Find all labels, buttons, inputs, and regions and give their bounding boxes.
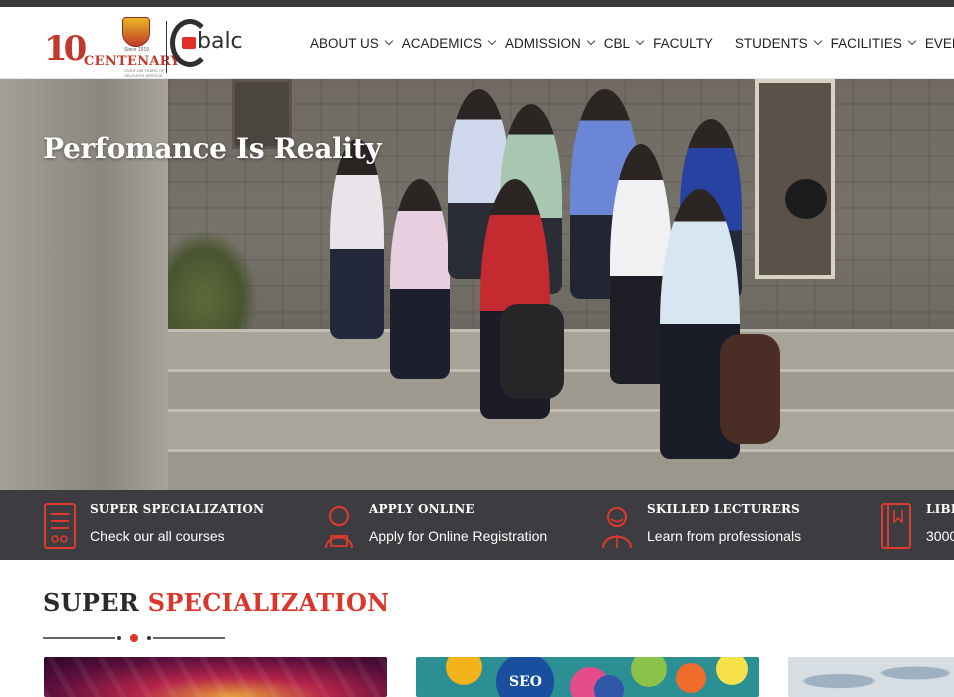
- feature-title: LIBR: [926, 502, 954, 516]
- hero-title: Perfomance Is Reality: [43, 132, 382, 165]
- nav-facilities[interactable]: FACILITIES: [830, 35, 917, 51]
- section-title-part2: SPECIALIZATION: [147, 588, 390, 617]
- chevron-down-icon: [487, 36, 497, 46]
- nav-about-us[interactable]: ABOUT US: [310, 35, 394, 51]
- nav-academics[interactable]: ACADEMICS: [401, 35, 497, 51]
- nav-label: EVENTS: [924, 35, 954, 51]
- section-title-part1: SUPER: [43, 588, 140, 617]
- bubble: [716, 657, 748, 685]
- nav-label: STUDENTS: [734, 35, 808, 51]
- hero-banner: Perfomance Is Reality: [0, 79, 954, 490]
- feature-apply-online[interactable]: APPLY ONLINE Apply for Online Registrati…: [322, 490, 582, 560]
- feature-title: SKILLED LECTURERS: [647, 502, 801, 516]
- logo-hundred: 10: [44, 29, 87, 69]
- brand-text: balc: [197, 29, 243, 54]
- nav-label: ACADEMICS: [401, 35, 483, 51]
- feature-subtitle: Check our all courses: [90, 528, 225, 544]
- helmet: [785, 179, 827, 219]
- features-bar: SUPER SPECIALIZATION Check our all cours…: [0, 490, 954, 560]
- feature-title: SUPER SPECIALIZATION: [90, 502, 265, 516]
- nav-students[interactable]: STUDENTS: [734, 35, 822, 51]
- nav-label: ADMISSION: [505, 35, 581, 51]
- chevron-down-icon: [813, 36, 822, 46]
- section-title: SUPER SPECIALIZATION: [43, 588, 389, 617]
- course-card-world[interactable]: [788, 657, 954, 697]
- main-nav: ABOUT US ACADEMICS ADMISSION CBL FACULTY…: [310, 7, 954, 79]
- student-figure: [390, 179, 450, 379]
- teacher-icon: [602, 507, 632, 549]
- feature-subtitle: Apply for Online Registration: [369, 528, 548, 544]
- feature-subtitle: Learn from professionals: [647, 528, 802, 544]
- crest-icon: [122, 17, 150, 47]
- nav-cbl[interactable]: CBL: [603, 35, 645, 51]
- backpack: [720, 334, 780, 444]
- logo-since: Since 1919: [124, 47, 150, 53]
- nav-admission[interactable]: ADMISSION: [505, 35, 596, 51]
- feature-library[interactable]: LIBR 3000: [880, 490, 954, 560]
- feature-super-specialization[interactable]: SUPER SPECIALIZATION Check our all cours…: [43, 490, 303, 560]
- course-card-seo[interactable]: SEO: [416, 657, 759, 697]
- site-header: 10 Since 1919 CENTENARY OVER 100 YEARS O…: [0, 7, 954, 79]
- nav-label: ABOUT US: [310, 35, 379, 51]
- student-figure: [330, 139, 384, 339]
- section-divider: [43, 634, 225, 642]
- nav-label: CBL: [603, 35, 631, 51]
- site-logo[interactable]: 10 Since 1919 CENTENARY OVER 100 YEARS O…: [44, 15, 244, 78]
- backpack: [500, 304, 564, 399]
- event-stage-image: [44, 657, 387, 697]
- feature-subtitle: 3000: [926, 528, 954, 544]
- feature-title: APPLY ONLINE: [369, 502, 475, 516]
- top-bar: [0, 0, 954, 7]
- book-icon: [881, 503, 911, 549]
- facebook-icon: [594, 675, 624, 697]
- seo-text: SEO: [509, 674, 542, 690]
- user-laptop-icon: [325, 506, 353, 549]
- chevron-down-icon: [586, 36, 596, 46]
- bubble: [631, 657, 667, 687]
- nav-faculty[interactable]: FACULTY: [653, 36, 713, 51]
- chevron-down-icon: [635, 36, 645, 46]
- brand-red-block: [182, 37, 196, 49]
- logo-separator: [166, 21, 167, 73]
- logo-tagline: OVER 100 YEARS OF SELFLESS SERVICE: [124, 68, 165, 78]
- document-list-icon: [44, 503, 76, 549]
- students-group-photo: [320, 89, 827, 479]
- nav-events[interactable]: EVENTS: [925, 36, 954, 51]
- nav-label: FACULTY: [653, 35, 713, 51]
- world-map-image: [788, 657, 954, 697]
- bubble: [446, 657, 482, 685]
- chevron-down-icon: [384, 36, 394, 46]
- feature-skilled-lecturers[interactable]: SKILLED LECTURERS Learn from professiona…: [600, 490, 860, 560]
- course-card-event[interactable]: [44, 657, 387, 697]
- nav-label: FACILITIES: [830, 35, 902, 51]
- chevron-down-icon: [907, 36, 917, 46]
